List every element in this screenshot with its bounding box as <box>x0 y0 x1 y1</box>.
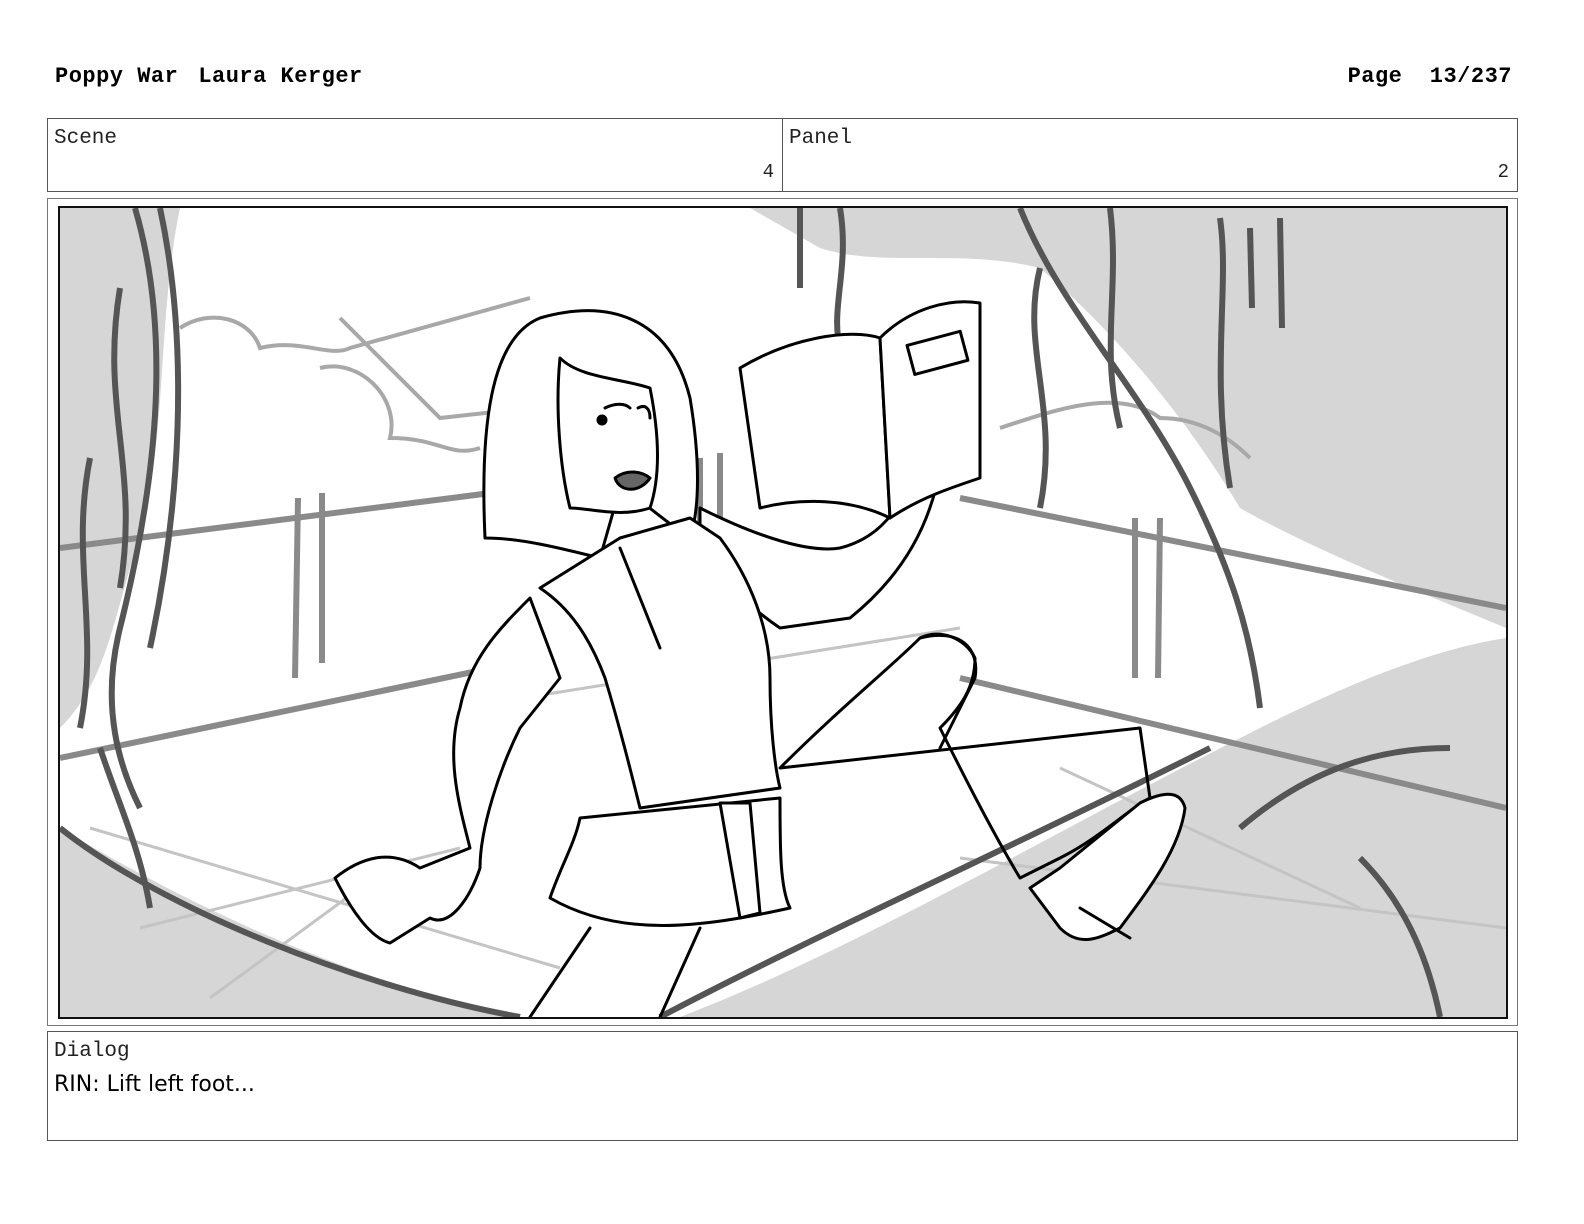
page-number: 13/237 <box>1429 64 1512 89</box>
scene-label: Scene <box>54 127 118 150</box>
panel-cell: Panel 2 <box>782 119 1517 191</box>
panel-label: Panel <box>789 127 853 150</box>
background-buildings <box>178 296 1252 460</box>
dialog-box: Dialog RIN: Lift left foot... <box>47 1031 1518 1141</box>
scene-value: 4 <box>762 161 774 183</box>
scene-cell: Scene 4 <box>48 119 782 191</box>
ground-shade-right <box>680 638 1506 1017</box>
ground-shade-left <box>60 828 510 1017</box>
page-label: Page <box>1347 64 1403 89</box>
author-name: Laura Kerger <box>198 64 363 89</box>
storyboard-header: Poppy War Laura Kerger <box>55 64 363 89</box>
panel-value: 2 <box>1497 161 1509 183</box>
scene-panel-info: Scene 4 Panel 2 <box>47 118 1518 192</box>
dialog-text: RIN: Lift left foot... <box>54 1072 255 1097</box>
dialog-label: Dialog <box>54 1040 130 1063</box>
page-indicator: Page 13/237 <box>1348 64 1512 89</box>
storyboard-drawing <box>60 208 1506 1017</box>
left-tree-shade <box>60 208 180 728</box>
project-title: Poppy War <box>55 64 179 89</box>
panel-image <box>58 206 1508 1019</box>
